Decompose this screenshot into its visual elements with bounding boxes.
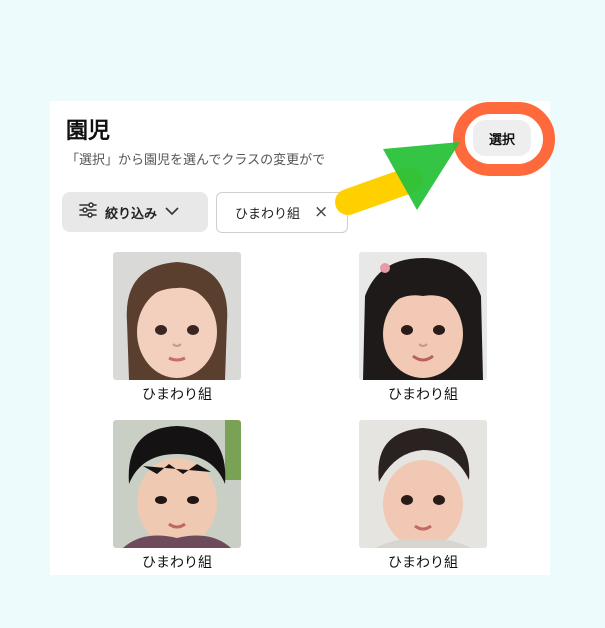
page-title: 園児 (66, 119, 111, 144)
class-label: ひまわり組 (388, 387, 458, 403)
instruction-text: 「選択」から園児を選んでクラスの変更がで (66, 153, 326, 168)
close-icon[interactable]: × (314, 204, 328, 221)
class-label: ひまわり組 (388, 555, 458, 571)
children-panel: 園児 「選択」から園児を選んでクラスの変更がで 選択 絞り込み ひまわり組 × … (50, 101, 550, 575)
filter-label: 絞り込み (105, 206, 158, 222)
chip-label: ひまわり組 (235, 207, 301, 222)
class-label: ひまわり組 (142, 555, 212, 571)
child-card[interactable]: ひまわり組 (359, 420, 487, 572)
child-card[interactable]: ひまわり組 (113, 420, 241, 572)
select-button[interactable]: 選択 (473, 120, 531, 156)
child-card[interactable]: ひまわり組 (359, 252, 487, 404)
child-photo (113, 420, 241, 548)
child-photo (359, 420, 487, 548)
chevron-down-icon (165, 205, 179, 220)
filter-button[interactable]: 絞り込み (62, 192, 208, 232)
child-card[interactable]: ひまわり組 (113, 252, 241, 404)
class-filter-chip[interactable]: ひまわり組 × (216, 192, 348, 233)
class-label: ひまわり組 (142, 387, 212, 403)
sliders-icon (79, 202, 97, 222)
child-photo (113, 252, 241, 380)
child-photo (359, 252, 487, 380)
